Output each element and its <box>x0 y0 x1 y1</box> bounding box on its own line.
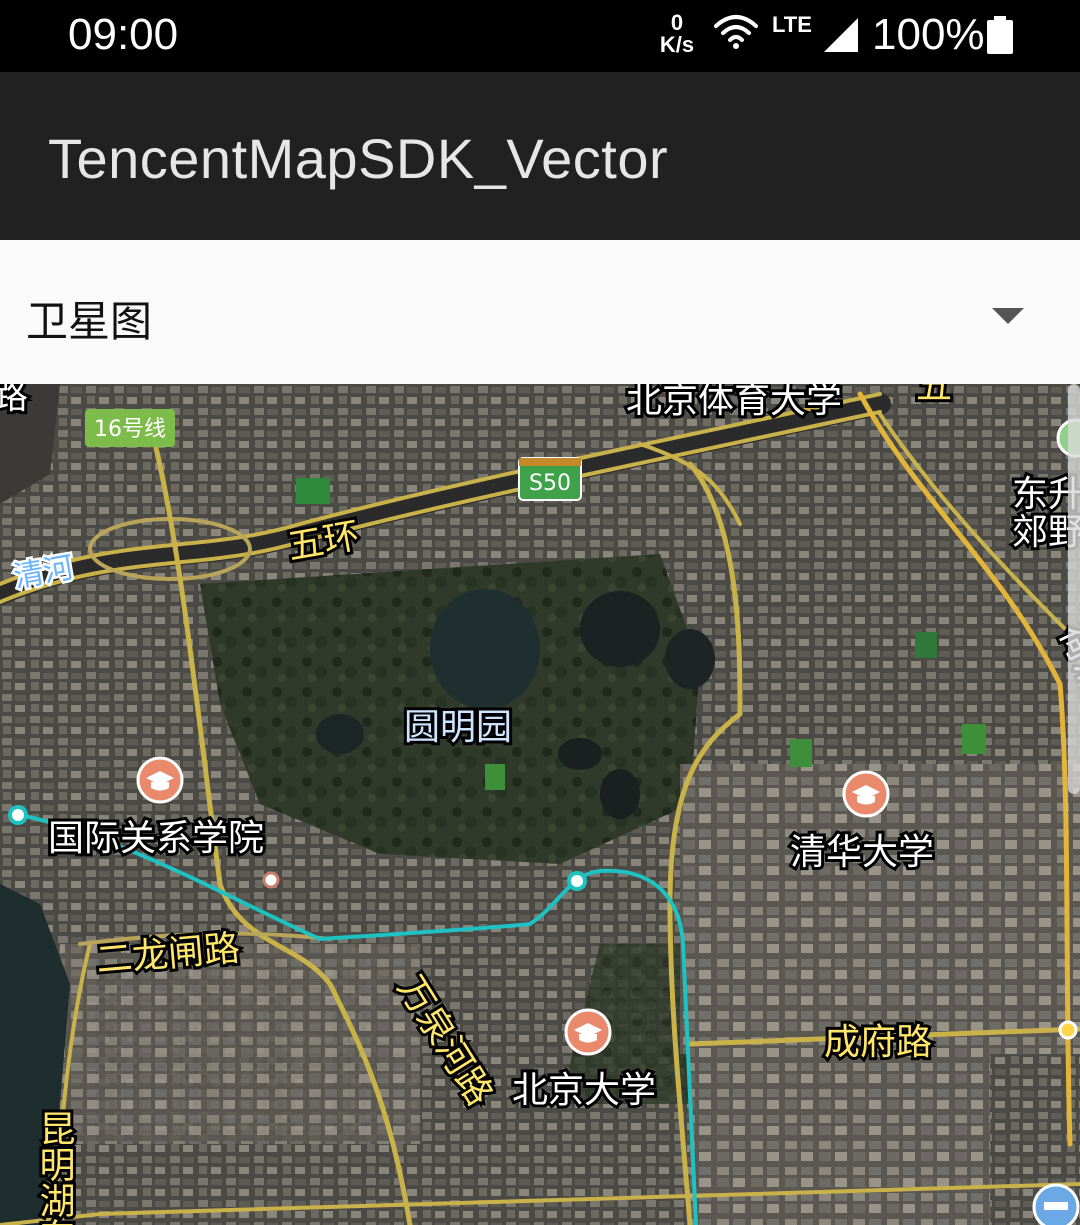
sports-field <box>485 764 505 790</box>
app-toolbar: TencentMapSDK_Vector <box>0 72 1080 240</box>
metro-station-icon[interactable] <box>8 805 28 825</box>
map-type-selected: 卫星图 <box>26 297 153 346</box>
status-bar: 09:00 0 K/s LTE 100% <box>0 0 1080 72</box>
label-partial-road-left: 路 <box>0 384 28 417</box>
school-poi-icon[interactable] <box>136 756 184 804</box>
network-speed-indicator: 0 K/s <box>656 12 698 56</box>
network-type: LTE <box>772 12 812 37</box>
cell-signal-icon <box>824 18 858 52</box>
school-poi-icon[interactable] <box>842 770 890 818</box>
status-time: 09:00 <box>68 10 179 59</box>
battery-percent: 100% <box>872 10 985 59</box>
battery-icon <box>987 16 1013 54</box>
highway-s50-badge[interactable]: S50 <box>518 457 582 501</box>
map-side-handle[interactable] <box>1068 384 1080 794</box>
label-university-of-international-relations[interactable]: 国际关系学院 <box>45 815 267 862</box>
road-node-icon <box>1058 1020 1078 1040</box>
network-speed-value: 0 <box>670 10 684 35</box>
metro-line-16-label: 16号线 <box>94 417 166 442</box>
satellite-map-canvas[interactable]: 16号线 S50 北京体育大学 五 路 五环 清河 东升 郊野 圆明园 国际关系… <box>0 384 1080 1225</box>
label-partial-road-top: 五 <box>916 384 952 407</box>
sports-field <box>296 478 330 504</box>
label-peking-university[interactable]: 北京大学 <box>509 1067 659 1114</box>
metro-line-16-badge[interactable]: 16号线 <box>85 409 175 447</box>
poi-dot-icon[interactable] <box>262 871 280 889</box>
map-view[interactable]: 16号线 S50 北京体育大学 五 路 五环 清河 东升 郊野 圆明园 国际关系… <box>0 384 1080 1225</box>
label-kunminghu-east-road[interactable]: 昆明湖东 <box>31 1107 78 1225</box>
label-beijing-sport-university[interactable]: 北京体育大学 <box>623 384 845 424</box>
dropdown-arrow-icon <box>992 308 1024 324</box>
school-poi-icon[interactable] <box>564 1008 612 1056</box>
sports-field <box>962 724 986 754</box>
label-chengfu-road[interactable]: 成府路 <box>821 1019 935 1066</box>
app-title: TencentMapSDK_Vector <box>48 127 669 190</box>
hotel-poi-icon[interactable] <box>1032 1183 1080 1225</box>
label-yuanmingyuan[interactable]: 圆明园 <box>401 704 515 751</box>
sports-field <box>915 632 937 658</box>
map-type-spinner[interactable]: 卫星图 <box>0 240 1080 384</box>
wifi-icon <box>714 15 758 49</box>
metro-station-icon[interactable] <box>567 871 587 891</box>
label-tsinghua-university[interactable]: 清华大学 <box>787 829 937 876</box>
highway-s50-label: S50 <box>529 471 571 496</box>
sports-field <box>790 739 812 767</box>
network-speed-unit: K/s <box>659 32 695 57</box>
